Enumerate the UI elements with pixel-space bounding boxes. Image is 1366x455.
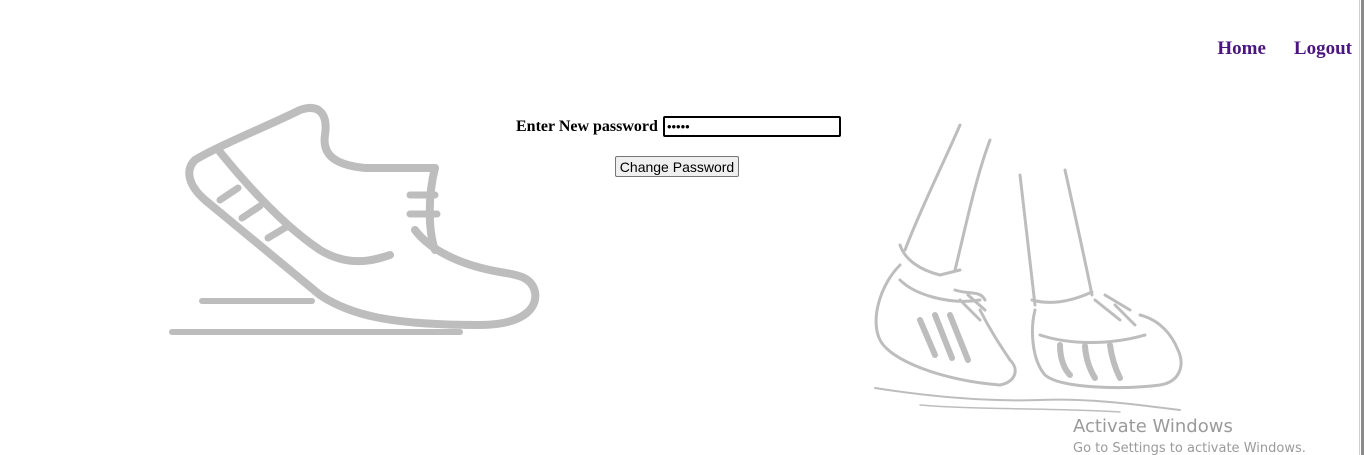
page: Home Logout Enter New password ••••• Cha… [0,0,1366,455]
activate-windows-watermark: Activate Windows Go to Settings to activ… [1073,416,1306,455]
walking-feet-icon [874,123,1183,413]
password-form: Enter New password [516,116,841,137]
home-link[interactable]: Home [1217,38,1266,60]
vertical-scrollbar[interactable] [1359,0,1366,455]
logout-link[interactable]: Logout [1294,38,1352,60]
watermark-subtitle: Go to Settings to activate Windows. [1073,441,1306,455]
running-shoe-icon [169,104,540,335]
scrollbar-thumb[interactable] [1361,0,1364,455]
new-password-label: Enter New password [516,117,658,135]
watermark-title: Activate Windows [1073,416,1233,437]
change-password-button[interactable]: Change Password [615,156,739,177]
top-nav: Home Logout [1217,38,1352,60]
new-password-input[interactable] [662,116,841,137]
